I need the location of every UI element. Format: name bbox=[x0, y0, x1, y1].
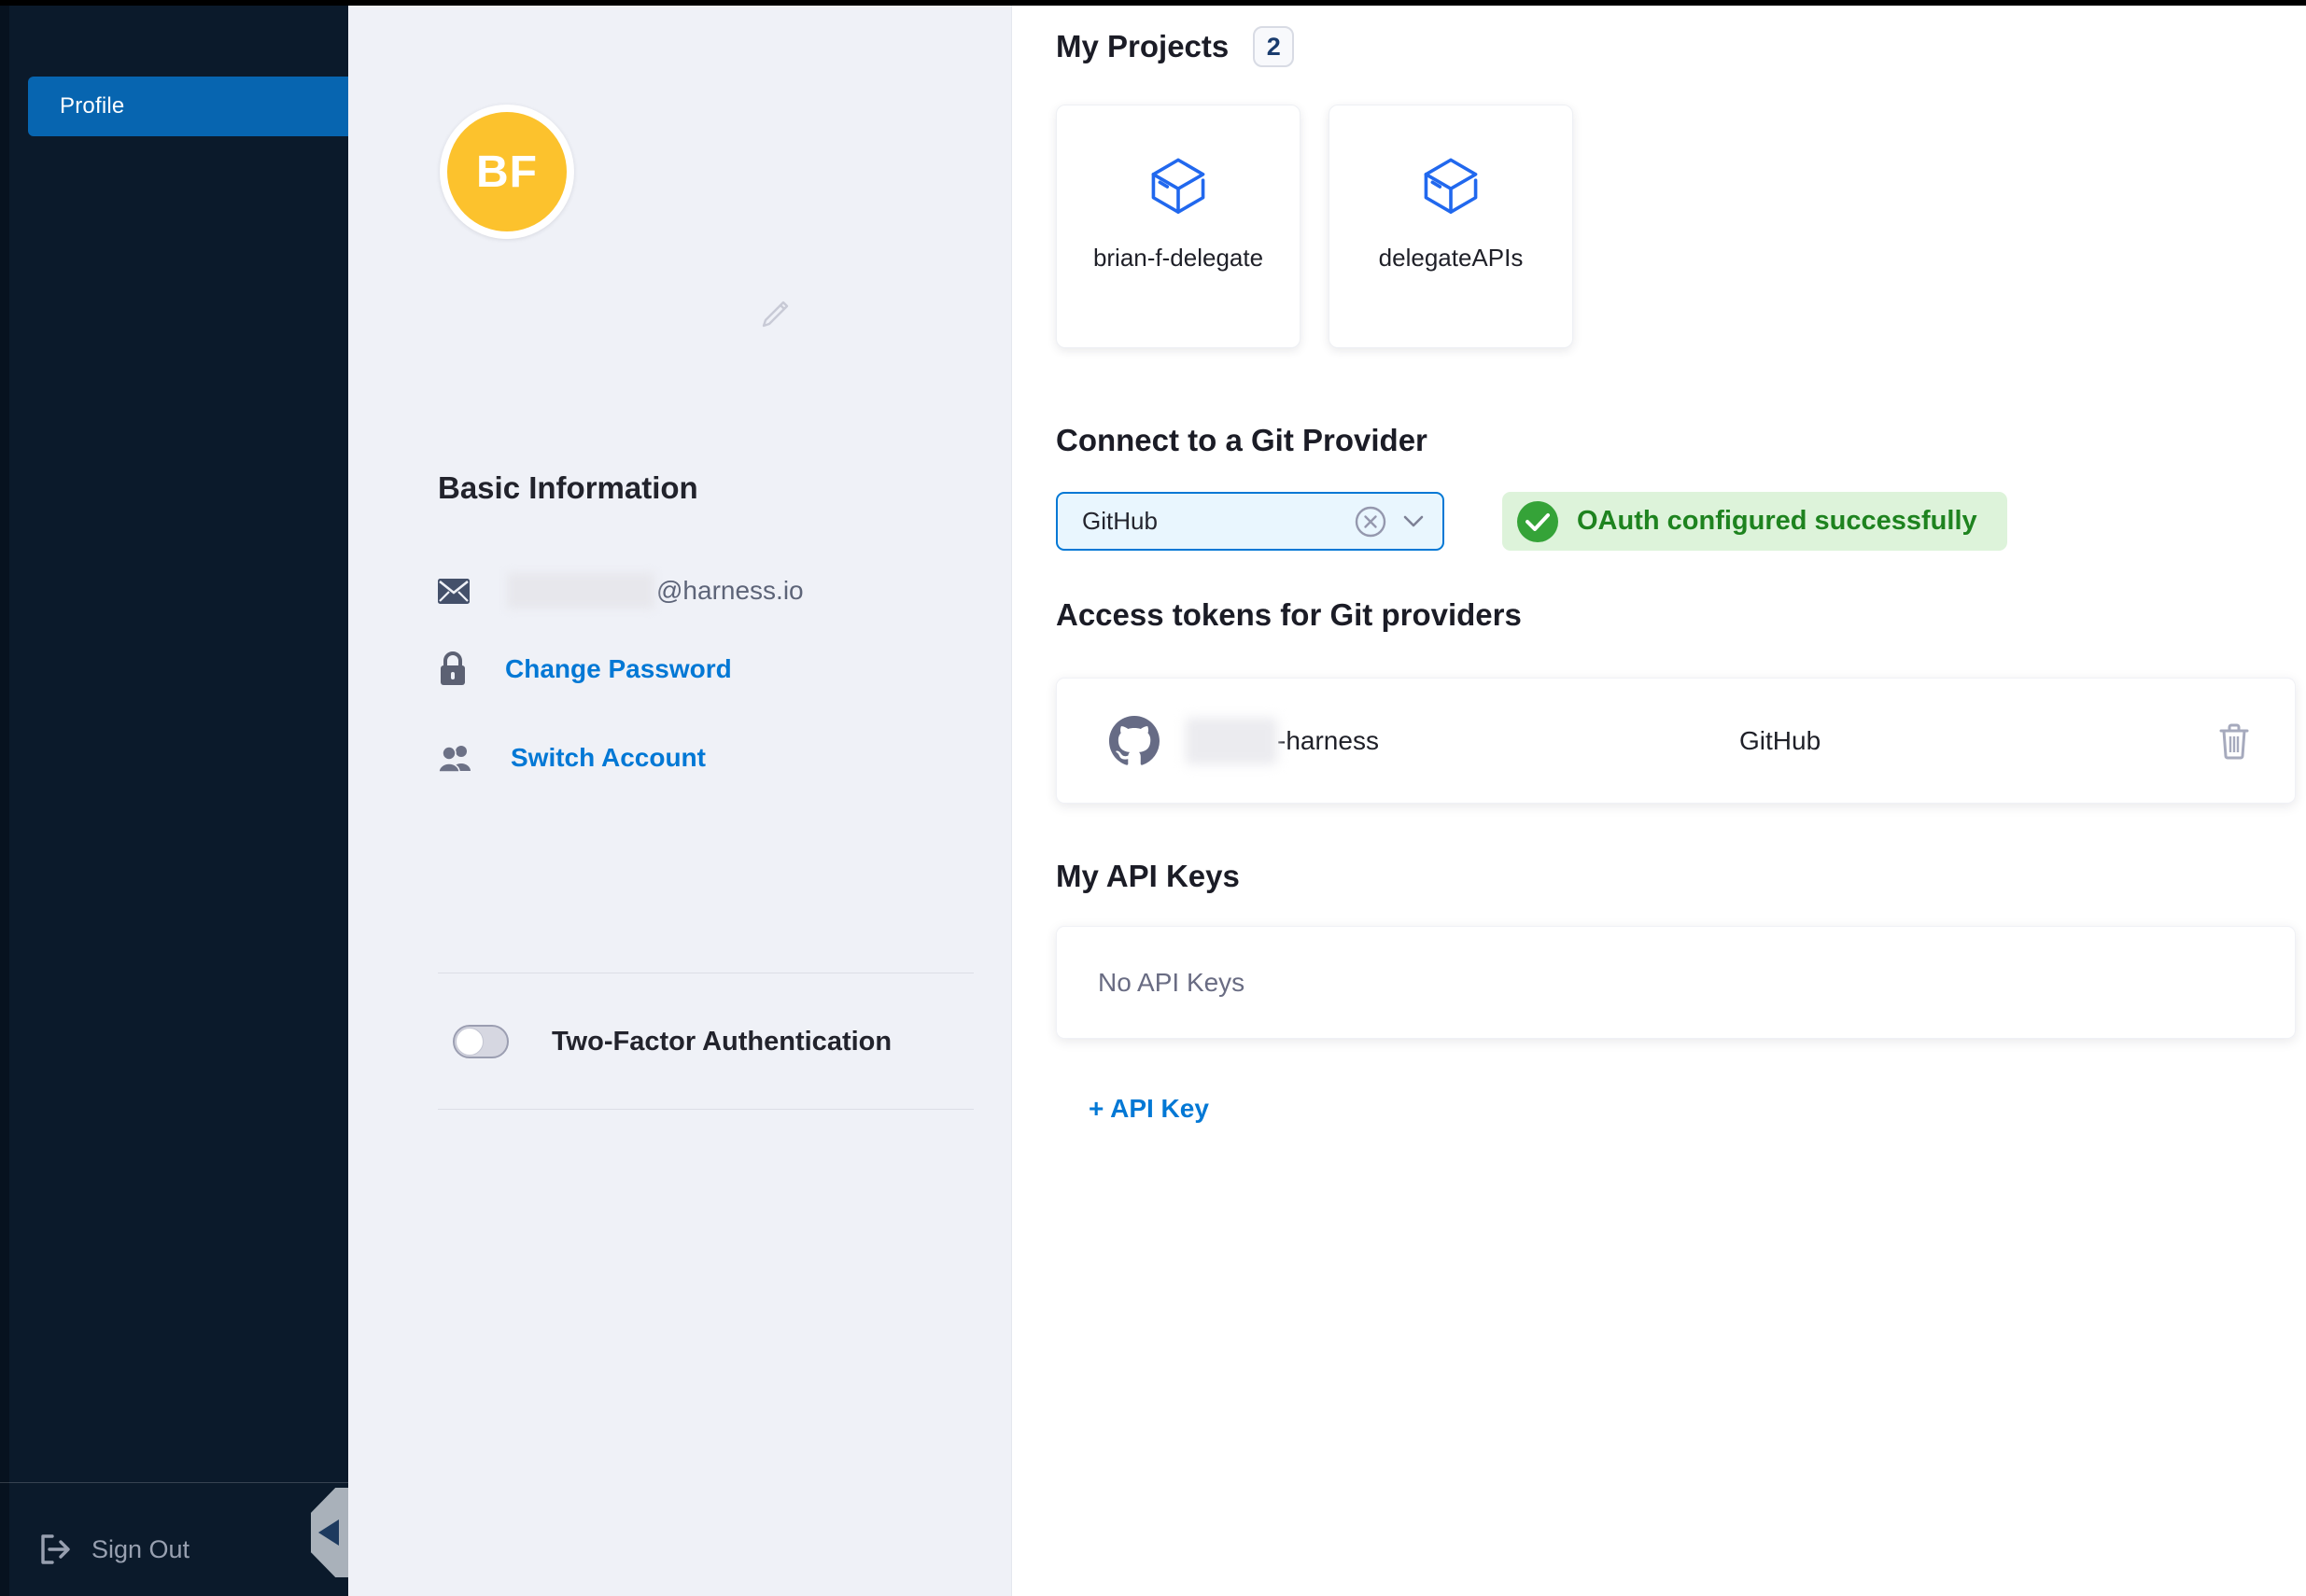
delete-token-icon[interactable] bbox=[2218, 722, 2250, 760]
chevron-down-icon[interactable] bbox=[1403, 515, 1424, 528]
sidebar-item-profile[interactable]: Profile bbox=[28, 77, 348, 136]
my-projects-heading: My Projects bbox=[1056, 29, 1229, 64]
project-cube-icon bbox=[1419, 154, 1483, 217]
main-content: My Projects 2 brian-f-delegate bbox=[1012, 6, 2306, 1596]
change-password-link[interactable]: Change Password bbox=[505, 654, 732, 684]
token-name-redacted bbox=[1186, 718, 1277, 764]
lock-icon bbox=[438, 651, 468, 687]
api-keys-empty-message: No API Keys bbox=[1098, 968, 1244, 998]
basic-information-heading: Basic Information bbox=[438, 470, 698, 506]
collapse-left-arrow-icon bbox=[318, 1519, 339, 1546]
git-provider-select[interactable]: GitHub bbox=[1056, 492, 1444, 551]
oauth-status-message: OAuth configured successfully bbox=[1577, 506, 1977, 537]
sidebar-item-profile-label: Profile bbox=[28, 93, 124, 119]
sidebar-footer-divider bbox=[0, 1482, 348, 1483]
success-check-icon bbox=[1517, 501, 1558, 542]
sign-out-button[interactable]: Sign Out bbox=[37, 1531, 190, 1568]
window-top-bar bbox=[0, 0, 2306, 6]
divider bbox=[438, 1109, 974, 1110]
token-name-suffix: -harness bbox=[1277, 726, 1379, 756]
oauth-status-badge: OAuth configured successfully bbox=[1502, 492, 2007, 551]
profile-page: Profile Sign Out BF Basic Information bbox=[0, 0, 2306, 1596]
two-factor-row: Two-Factor Authentication bbox=[453, 1025, 892, 1058]
two-factor-label: Two-Factor Authentication bbox=[552, 1027, 892, 1057]
git-provider-selected-value: GitHub bbox=[1058, 507, 1355, 536]
edit-name-icon[interactable] bbox=[759, 297, 793, 330]
profile-panel: BF Basic Information @harness.io Change … bbox=[348, 6, 1012, 1596]
email-icon bbox=[438, 579, 470, 604]
email-local-part-redacted bbox=[507, 573, 654, 609]
add-api-key-button[interactable]: + API Key bbox=[1089, 1094, 1209, 1124]
project-card[interactable]: delegateAPIs bbox=[1329, 105, 1573, 348]
sign-out-icon bbox=[37, 1531, 73, 1568]
user-name-redacted bbox=[436, 282, 738, 332]
projects-card-row: brian-f-delegate delegateAPIs bbox=[1056, 105, 1573, 348]
git-provider-row: GitHub OAuth configured bbox=[1056, 492, 2007, 551]
sidebar: Profile Sign Out bbox=[0, 0, 348, 1596]
email-domain: @harness.io bbox=[656, 576, 804, 606]
api-keys-empty-card: No API Keys bbox=[1056, 926, 2296, 1039]
toggle-knob bbox=[456, 1028, 484, 1056]
clear-selection-icon[interactable] bbox=[1355, 506, 1386, 538]
project-cube-icon bbox=[1146, 154, 1210, 217]
token-name: -harness bbox=[1186, 718, 1379, 764]
git-provider-heading: Connect to a Git Provider bbox=[1056, 423, 1427, 458]
access-tokens-heading: Access tokens for Git providers bbox=[1056, 597, 1522, 633]
my-projects-heading-row: My Projects 2 bbox=[1056, 26, 1294, 67]
switch-account-icon bbox=[438, 743, 473, 773]
change-password-row: Change Password bbox=[438, 651, 732, 687]
two-factor-toggle[interactable] bbox=[453, 1025, 509, 1058]
switch-account-link[interactable]: Switch Account bbox=[511, 743, 706, 773]
email-row: @harness.io bbox=[438, 573, 804, 609]
project-name: brian-f-delegate bbox=[1093, 244, 1263, 273]
github-logo-icon bbox=[1109, 716, 1160, 766]
switch-account-row: Switch Account bbox=[438, 743, 706, 773]
access-token-row: -harness GitHub bbox=[1056, 678, 2296, 804]
project-name: delegateAPIs bbox=[1379, 244, 1524, 273]
api-keys-heading: My API Keys bbox=[1056, 859, 1240, 894]
projects-count-badge: 2 bbox=[1253, 26, 1294, 67]
token-provider: GitHub bbox=[1739, 726, 1821, 756]
project-card[interactable]: brian-f-delegate bbox=[1056, 105, 1301, 348]
sign-out-label: Sign Out bbox=[91, 1535, 190, 1564]
avatar-initials: BF bbox=[476, 147, 538, 198]
avatar: BF bbox=[440, 105, 574, 239]
